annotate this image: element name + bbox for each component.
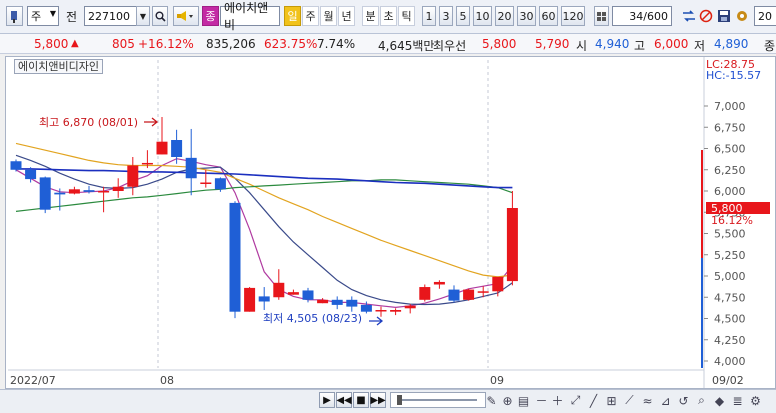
cursor-icon[interactable]: ✎ — [484, 393, 499, 408]
fast-forward-icon[interactable]: ▶▶ — [370, 392, 386, 408]
interval-120[interactable]: 120 — [561, 6, 585, 26]
date-field-value: 20 — [758, 9, 772, 23]
stock-code-value: 227100 — [88, 9, 130, 23]
interval-5[interactable]: 5 — [456, 6, 470, 26]
stop-icon[interactable]: ■ — [353, 392, 369, 408]
count-field[interactable]: 34/600 — [612, 6, 672, 26]
price-change-pct: +16.12% — [138, 37, 194, 51]
best-bid: 5,790 — [535, 37, 570, 51]
count-value: 34 — [629, 9, 644, 23]
tab-second[interactable]: 초 — [380, 6, 397, 26]
open-price: 4,940 — [595, 37, 630, 51]
best-price-label: 최우선 — [433, 39, 467, 53]
interval-1[interactable]: 1 — [422, 6, 436, 26]
market-select[interactable]: 주 ▼ — [27, 6, 59, 26]
extra-label: 종 — [764, 39, 776, 53]
tab-week[interactable]: 주 — [302, 6, 319, 26]
measure-icon[interactable]: ⊿ — [658, 393, 673, 408]
play-icon[interactable]: ▶ — [319, 392, 335, 408]
code-dropdown-button[interactable]: ▼ — [136, 6, 150, 26]
volume-pct: 623.75% — [264, 37, 318, 51]
rewind-icon[interactable]: ◀◀ — [336, 392, 352, 408]
save-icon[interactable] — [716, 8, 731, 23]
search-zoom-icon[interactable]: ⌕ — [694, 393, 709, 408]
quote-bar: 5,800 ▲ 805 +16.12% 835,206 623.75% 7.74… — [0, 34, 776, 54]
interval-3[interactable]: 3 — [439, 6, 453, 26]
high-label: 고 — [634, 39, 646, 53]
toolbar: 주 ▼ 전 227100 ▼ 종 에이치앤비 일 주 월 년 분 초 틱 1 3… — [0, 0, 776, 34]
period-label: 전 — [66, 10, 78, 24]
count-total: /600 — [643, 9, 668, 23]
ticker-tag: 에이치앤비디자인 — [14, 59, 103, 74]
zoom-icon[interactable]: ⊕ — [500, 393, 515, 408]
current-price: 5,800 — [34, 37, 69, 51]
speaker-icon[interactable] — [173, 6, 199, 26]
gear-icon[interactable] — [734, 8, 749, 23]
fit-icon[interactable]: ⤢ — [568, 393, 583, 408]
interval-20[interactable]: 20 — [495, 6, 514, 26]
trade-amount: 4,645백만 — [378, 39, 435, 53]
stock-name-field[interactable]: 에이치앤비 — [220, 1, 280, 32]
pin-icon[interactable] — [6, 6, 23, 26]
bottom-control-bar: ▶ ◀◀ ■ ▶▶ ✎ ⊕ ▤ － ＋ ⤢ ╱ ⊞ ⟋ ≈ ⊿ ↺ ⌕ ◆ ≣ … — [0, 389, 776, 413]
interval-30[interactable]: 30 — [517, 6, 536, 26]
tab-year[interactable]: 년 — [338, 6, 355, 26]
settings-icon[interactable]: ⚙ — [748, 393, 763, 408]
interval-10[interactable]: 10 — [473, 6, 492, 26]
layers-icon[interactable]: ≣ — [730, 393, 745, 408]
transfer-icon[interactable] — [681, 8, 696, 23]
print-icon[interactable]: ▤ — [516, 393, 531, 408]
stock-name-value: 에이치앤비 — [224, 1, 269, 32]
toolbar-row: 주 ▼ 전 227100 ▼ 종 에이치앤비 일 주 월 년 분 초 틱 1 3… — [0, 1, 776, 32]
market-select-value: 주 — [31, 10, 42, 23]
turnover-rate: 7.74% — [317, 37, 356, 51]
price-change: 805 — [112, 37, 135, 51]
chart-panel[interactable] — [5, 56, 776, 389]
trend-icon[interactable]: ╱ — [586, 393, 601, 408]
no-scissors-icon[interactable] — [698, 8, 713, 23]
tab-month[interactable]: 월 — [320, 6, 337, 26]
search-icon[interactable] — [152, 6, 168, 26]
scroll-slider[interactable] — [390, 392, 486, 408]
date-field-partial[interactable]: 20 — [754, 6, 776, 26]
up-arrow-icon: ▲ — [71, 38, 79, 49]
low-price: 4,890 — [714, 37, 749, 51]
line-tool-icon[interactable]: ⟋ — [622, 393, 637, 408]
tab-minute[interactable]: 분 — [362, 6, 379, 26]
slider-thumb[interactable] — [397, 395, 402, 405]
low-label: 저 — [694, 39, 706, 53]
minus-icon[interactable]: － — [534, 393, 549, 408]
settings-grid-icon[interactable] — [594, 6, 609, 26]
chevron-down-icon: ▼ — [49, 9, 56, 18]
open-label: 시 — [576, 39, 588, 53]
volume: 835,206 — [206, 37, 256, 51]
high-price: 6,000 — [654, 37, 689, 51]
tab-tick[interactable]: 틱 — [398, 6, 415, 26]
slider-track — [397, 399, 477, 401]
grid-icon[interactable]: ⊞ — [604, 393, 619, 408]
interval-60[interactable]: 60 — [539, 6, 558, 26]
best-ask: 5,800 — [482, 37, 517, 51]
wave-icon[interactable]: ≈ — [640, 393, 655, 408]
marker-icon[interactable]: ◆ — [712, 393, 727, 408]
tab-day[interactable]: 일 — [284, 6, 301, 26]
stock-badge: 종 — [202, 6, 219, 26]
reset-icon[interactable]: ↺ — [676, 393, 691, 408]
plus-icon[interactable]: ＋ — [550, 393, 565, 408]
